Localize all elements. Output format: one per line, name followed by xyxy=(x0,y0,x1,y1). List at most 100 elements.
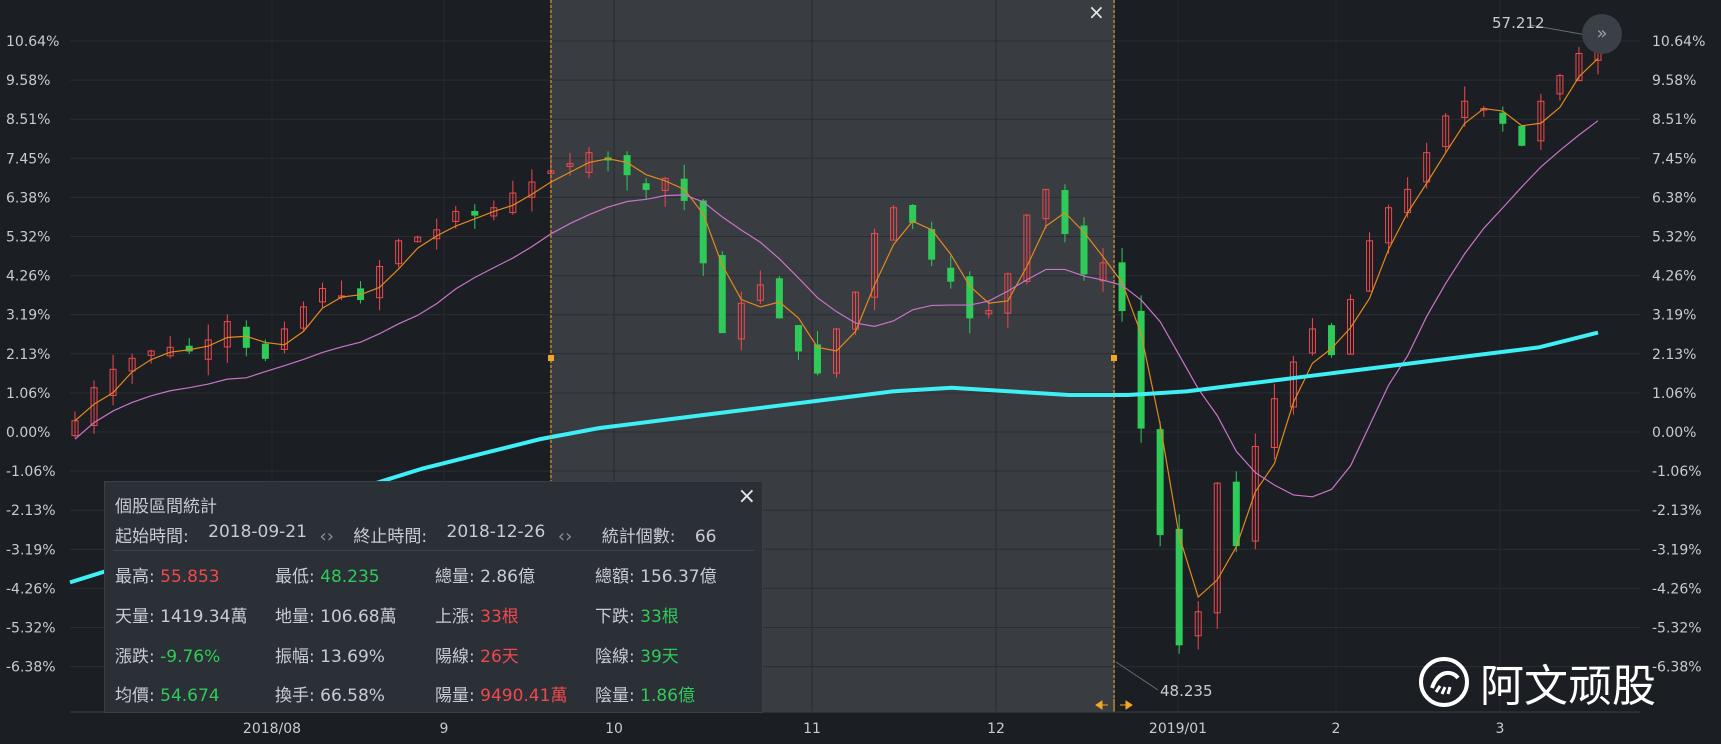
stat-label: 上漲: xyxy=(435,607,481,627)
range-start-handle[interactable] xyxy=(548,355,554,361)
expand-icon[interactable]: » xyxy=(1582,14,1622,54)
y-tick-label: 1.06% xyxy=(1652,386,1696,402)
panel-close-button[interactable]: × xyxy=(738,484,756,509)
y-tick-label: 9.58% xyxy=(1652,73,1696,89)
y-tick-label: 10.64% xyxy=(6,34,59,50)
y-tick-label: -6.38% xyxy=(1652,660,1702,676)
y-tick-label: -5.32% xyxy=(1652,621,1702,637)
stat-value: 156.37億 xyxy=(640,567,717,587)
candle-down xyxy=(718,255,726,334)
stat-label: 地量: xyxy=(275,607,321,627)
y-tick-label: 3.19% xyxy=(1652,308,1696,324)
end-value: 2018-12-26 xyxy=(446,522,546,542)
stat-value: 66.58% xyxy=(320,686,385,706)
stat-label: 陰線: xyxy=(595,647,641,667)
x-tick-label: 12 xyxy=(987,721,1005,737)
range-close-button[interactable]: × xyxy=(1088,0,1105,24)
y-tick-label: 7.45% xyxy=(6,151,50,167)
stat-label: 天量: xyxy=(115,607,161,627)
y-tick-label: 1.06% xyxy=(6,386,50,402)
high-label: 57.212 xyxy=(1492,14,1545,32)
stat-label: 漲跌: xyxy=(115,647,161,667)
stat-label: 陰量: xyxy=(595,686,641,706)
stat-value: 55.853 xyxy=(160,567,220,587)
x-tick-label: 3 xyxy=(1496,721,1505,737)
y-tick-label: -3.19% xyxy=(6,542,56,558)
stat-value: 2.86億 xyxy=(480,567,535,587)
candle-down xyxy=(1232,481,1240,547)
count-value: 66 xyxy=(694,527,717,547)
x-tick-label: 2018/08 xyxy=(243,721,301,737)
start-nav-icon[interactable]: ‹› xyxy=(320,526,334,547)
stat-cell: 總額: 156.37億 xyxy=(595,562,717,587)
stat-cell: 上漲: 33根 xyxy=(435,602,519,627)
stat-value: 13.69% xyxy=(320,647,385,667)
stat-value: 26天 xyxy=(480,647,519,667)
candle-down xyxy=(775,278,783,319)
panel-title: 個股區間統計 xyxy=(115,497,217,517)
start-value: 2018-09-21 xyxy=(208,522,307,542)
candle-down xyxy=(1156,429,1164,536)
stat-cell: 天量: 1419.34萬 xyxy=(115,602,247,627)
stat-label: 總量: xyxy=(435,567,481,587)
stat-value: 1.86億 xyxy=(640,686,695,706)
candle-down xyxy=(471,210,479,216)
y-tick-label: -6.38% xyxy=(6,660,56,676)
watermark: 阿文顽股 xyxy=(1418,650,1656,714)
stat-value: 9490.41萬 xyxy=(480,686,568,706)
y-tick-label: 8.51% xyxy=(1652,112,1696,128)
x-tick-label: 11 xyxy=(803,721,821,737)
candle-down xyxy=(1499,112,1507,124)
candle-down xyxy=(794,325,802,352)
range-row: 起始時間: 2018-09-21 ‹› 終止時間: 2018-12-26 ‹› … xyxy=(115,522,717,547)
candle-down xyxy=(928,229,936,260)
low-label: 48.235 xyxy=(1160,682,1213,700)
stat-cell: 陰線: 39天 xyxy=(595,642,679,667)
y-tick-label: 6.38% xyxy=(1652,190,1696,206)
stat-cell: 換手: 66.58% xyxy=(275,681,385,706)
y-tick-label: -1.06% xyxy=(1652,464,1702,480)
stat-value: 33根 xyxy=(640,607,679,627)
stat-cell: 最高: 55.853 xyxy=(115,562,220,587)
range-end-handle[interactable] xyxy=(1111,355,1117,361)
stat-cell: 振幅: 13.69% xyxy=(275,642,385,667)
range-drag-arrows[interactable] xyxy=(1095,699,1133,711)
watermark-text: 阿文顽股 xyxy=(1480,661,1656,712)
count-label: 統計個數: xyxy=(601,527,676,547)
stat-label: 下跌: xyxy=(595,607,641,627)
x-tick-label: 9 xyxy=(440,721,449,737)
stat-label: 最高: xyxy=(115,567,161,587)
stat-label: 總額: xyxy=(595,567,641,587)
x-tick-label: 2019/01 xyxy=(1149,721,1207,737)
y-tick-label: -2.13% xyxy=(1652,503,1702,519)
end-label: 終止時間: xyxy=(353,527,428,547)
y-tick-label: 3.19% xyxy=(6,308,50,324)
stat-cell: 陽量: 9490.41萬 xyxy=(435,681,567,706)
y-tick-label: 8.51% xyxy=(6,112,50,128)
y-tick-label: 6.38% xyxy=(6,190,50,206)
stat-value: 39天 xyxy=(640,647,679,667)
y-tick-label: 7.45% xyxy=(1652,151,1696,167)
stat-value: -9.76% xyxy=(160,647,221,667)
candle-down xyxy=(1175,528,1183,646)
stat-label: 均價: xyxy=(115,686,161,706)
y-tick-label: 0.00% xyxy=(1652,425,1696,441)
watermark-logo-icon xyxy=(1419,657,1469,707)
stat-value: 1419.34萬 xyxy=(160,607,248,627)
y-tick-label: 4.26% xyxy=(1652,269,1696,285)
stat-value: 48.235 xyxy=(320,567,380,587)
y-tick-label: 5.32% xyxy=(6,230,50,246)
stat-cell: 漲跌: -9.76% xyxy=(115,642,220,667)
interval-stats-panel: 個股區間統計 × 起始時間: 2018-09-21 ‹› 終止時間: 2018-… xyxy=(104,481,763,713)
candle-down xyxy=(813,344,821,374)
stat-label: 振幅: xyxy=(275,647,321,667)
stat-cell: 總量: 2.86億 xyxy=(435,562,535,587)
x-tick-label: 10 xyxy=(605,721,623,737)
y-tick-label: 0.00% xyxy=(6,425,50,441)
end-nav-icon[interactable]: ‹› xyxy=(558,526,572,547)
panel-divider xyxy=(113,550,754,551)
stat-label: 陽量: xyxy=(435,686,481,706)
y-tick-label: 2.13% xyxy=(1652,347,1696,363)
x-tick-label: 2 xyxy=(1332,721,1341,737)
stat-label: 陽線: xyxy=(435,647,481,667)
